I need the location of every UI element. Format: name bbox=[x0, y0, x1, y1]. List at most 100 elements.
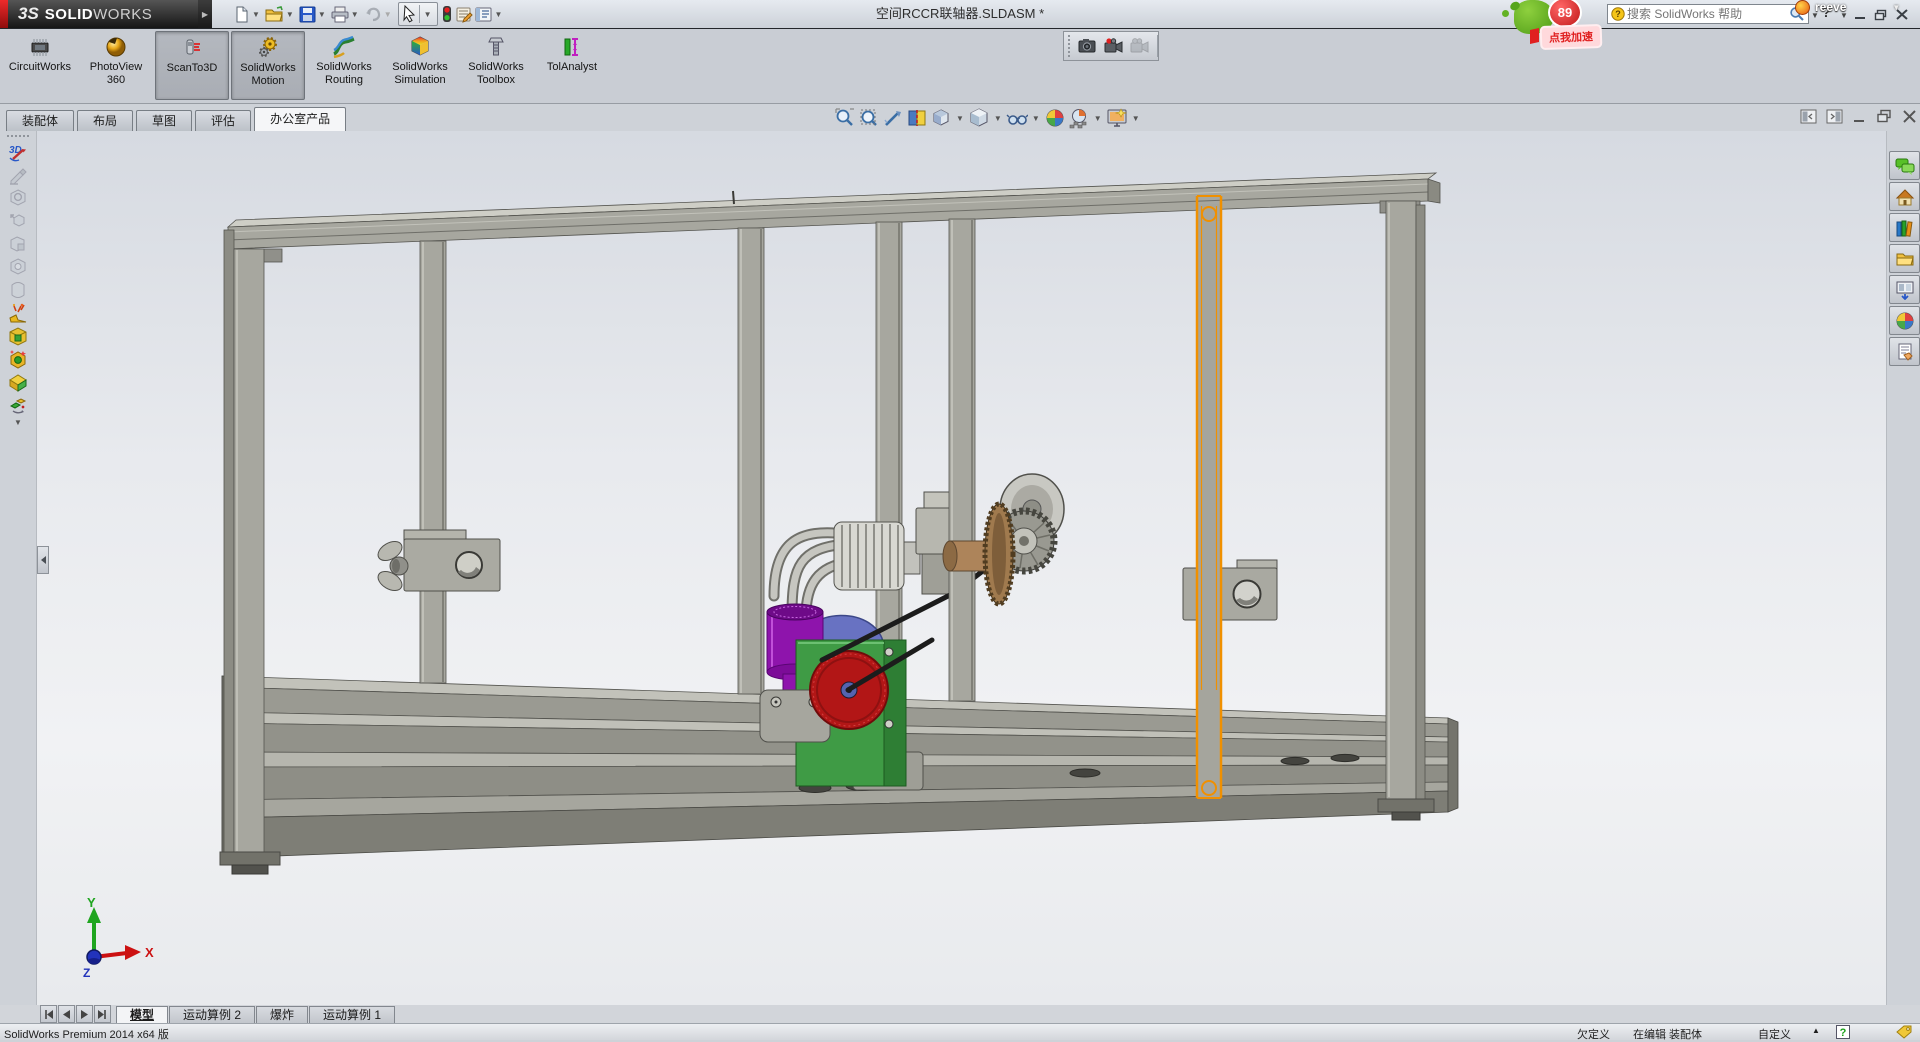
record-video-icon[interactable] bbox=[1103, 35, 1125, 57]
feature-tree-splitter[interactable] bbox=[37, 546, 49, 574]
restore-document-icon[interactable] bbox=[1876, 109, 1893, 124]
tab-file-explorer[interactable] bbox=[1889, 244, 1920, 273]
brand-glyph: 3S bbox=[18, 4, 39, 24]
user-avatar bbox=[1795, 0, 1810, 15]
assembly-model[interactable] bbox=[37, 131, 1886, 1005]
exploded-view-icon[interactable] bbox=[7, 371, 29, 393]
chevron-down-icon[interactable]: ▼ bbox=[351, 10, 359, 19]
tab-appearances[interactable] bbox=[1889, 306, 1920, 335]
addin-solidworks-simulation[interactable]: SolidWorksSimulation bbox=[383, 31, 457, 100]
menu-expand-arrow[interactable]: ▶ bbox=[198, 0, 212, 28]
file-properties-button[interactable] bbox=[454, 2, 474, 26]
chevron-down-icon[interactable]: ▼ bbox=[956, 114, 964, 123]
addin-circuitworks[interactable]: CircuitWorks bbox=[3, 31, 77, 100]
triad-y-label: Y bbox=[87, 895, 96, 910]
snapshot-camera-icon[interactable] bbox=[1077, 35, 1099, 57]
save-button[interactable]: ▼ bbox=[298, 2, 330, 26]
close-document-icon[interactable] bbox=[1902, 109, 1917, 124]
finned-cylinder[interactable] bbox=[834, 522, 920, 590]
tab-model[interactable]: 模型 bbox=[116, 1006, 168, 1023]
new-document-button[interactable]: ▼ bbox=[232, 2, 264, 26]
addin-tolanalyst[interactable]: TolAnalyst bbox=[535, 31, 609, 100]
recorder-user-badge[interactable]: reeve ▼ bbox=[1795, 0, 1900, 14]
view-settings-icon[interactable] bbox=[1106, 107, 1128, 129]
chevron-down-icon[interactable]: ▼ bbox=[495, 10, 503, 19]
print-button[interactable]: ▼ bbox=[330, 2, 363, 26]
chevron-down-icon[interactable]: ▼ bbox=[1892, 3, 1900, 12]
tab-design-library[interactable] bbox=[1889, 213, 1920, 242]
pane-left-icon[interactable] bbox=[1800, 109, 1817, 124]
section-view-icon[interactable] bbox=[906, 107, 928, 129]
addin-label: CircuitWorks bbox=[9, 61, 71, 74]
tab-layout[interactable]: 布局 bbox=[77, 110, 133, 131]
toolbar-overflow-chevron-icon[interactable]: ▼ bbox=[0, 418, 36, 427]
tab-evaluate[interactable]: 评估 bbox=[195, 110, 251, 131]
chevron-down-icon[interactable]: ▼ bbox=[994, 114, 1002, 123]
vertical-slide-bar-2[interactable] bbox=[738, 228, 764, 694]
quick-tip-icon[interactable]: ? bbox=[1836, 1025, 1850, 1042]
chevron-down-icon[interactable]: ▼ bbox=[1032, 114, 1040, 123]
edit-appearance-icon[interactable] bbox=[1044, 107, 1066, 129]
tab-motion-study-1[interactable]: 运动算例 1 bbox=[309, 1006, 395, 1023]
previous-view-icon[interactable] bbox=[882, 107, 904, 129]
document-window-controls bbox=[1800, 109, 1917, 124]
addin-photoview-360[interactable]: PhotoView360 bbox=[79, 31, 153, 100]
prev-tab-button[interactable] bbox=[58, 1005, 75, 1023]
isolate-icon[interactable] bbox=[7, 302, 29, 324]
tab-assembly[interactable]: 装配体 bbox=[6, 110, 74, 131]
chevron-down-icon[interactable]: ▼ bbox=[318, 10, 326, 19]
apply-scene-icon[interactable] bbox=[1068, 107, 1090, 129]
help-search-box[interactable]: ? bbox=[1607, 4, 1809, 24]
addin-solidworks-motion[interactable]: SolidWorksMotion bbox=[231, 31, 305, 100]
tab-custom-properties[interactable] bbox=[1889, 337, 1920, 366]
frame-top-bar[interactable] bbox=[228, 173, 1440, 262]
addin-solidworks-routing[interactable]: SolidWorksRouting bbox=[307, 31, 381, 100]
open-button[interactable]: ▼ bbox=[264, 2, 298, 26]
addin-solidworks-toolbox[interactable]: SolidWorksToolbox bbox=[459, 31, 533, 100]
selected-slide-bar[interactable] bbox=[1183, 196, 1277, 798]
addin-scanto3d[interactable]: ScanTo3D bbox=[155, 31, 229, 100]
folder-icon bbox=[1895, 249, 1915, 269]
brown-crown-gear[interactable] bbox=[985, 504, 1013, 604]
chevron-down-icon[interactable]: ▼ bbox=[252, 10, 260, 19]
tab-sketch[interactable]: 草图 bbox=[136, 110, 192, 131]
display-style-icon[interactable] bbox=[968, 107, 990, 129]
zoom-to-fit-icon[interactable] bbox=[834, 107, 856, 129]
vertical-slide-bar-4[interactable] bbox=[949, 219, 975, 701]
first-tab-button[interactable] bbox=[40, 1005, 57, 1023]
tab-view-palette[interactable] bbox=[1889, 275, 1920, 304]
undo-button[interactable]: ▼ bbox=[363, 2, 396, 26]
rebuild-traffic-light-icon bbox=[441, 5, 453, 23]
graphics-viewport[interactable]: Y X Z bbox=[37, 131, 1886, 1005]
left-slider-block[interactable] bbox=[375, 530, 500, 594]
chevron-down-icon[interactable]: ▼ bbox=[424, 10, 432, 19]
minimize-document-icon[interactable] bbox=[1852, 109, 1867, 124]
smart-fasteners-icon[interactable] bbox=[7, 348, 29, 370]
3d-sketch-icon[interactable]: 3D bbox=[7, 141, 29, 163]
vertical-slide-bar-1[interactable] bbox=[420, 241, 446, 683]
tab-explode[interactable]: 爆炸 bbox=[256, 1006, 308, 1023]
tab-office-products[interactable]: 办公室产品 bbox=[254, 107, 346, 131]
chevron-down-icon[interactable]: ▼ bbox=[1094, 114, 1102, 123]
mate-icon[interactable] bbox=[7, 394, 29, 416]
chevron-down-icon[interactable]: ▼ bbox=[1132, 114, 1140, 123]
toolbar-grip[interactable] bbox=[6, 134, 30, 139]
toolbar-grip[interactable] bbox=[1067, 34, 1072, 58]
status-expand-icon[interactable]: ▲ bbox=[1812, 1026, 1820, 1035]
hide-show-items-icon[interactable] bbox=[1006, 107, 1028, 129]
last-tab-button[interactable] bbox=[94, 1005, 111, 1023]
tab-motion-study-2[interactable]: 运动算例 2 bbox=[169, 1006, 255, 1023]
search-input[interactable] bbox=[1625, 6, 1789, 22]
tag-icon[interactable] bbox=[1896, 1025, 1912, 1042]
chevron-down-icon[interactable]: ▼ bbox=[286, 10, 294, 19]
tab-forum[interactable] bbox=[1889, 151, 1920, 180]
zoom-to-area-icon[interactable] bbox=[858, 107, 880, 129]
insert-component-icon[interactable] bbox=[7, 325, 29, 347]
pane-right-icon[interactable] bbox=[1826, 109, 1843, 124]
next-tab-button[interactable] bbox=[76, 1005, 93, 1023]
rebuild-button[interactable] bbox=[440, 2, 454, 26]
options-button[interactable]: ▼ bbox=[474, 2, 507, 26]
view-orientation-icon[interactable] bbox=[930, 107, 952, 129]
tab-resources[interactable] bbox=[1889, 182, 1920, 211]
select-tool-button[interactable]: ▼ bbox=[398, 2, 438, 26]
